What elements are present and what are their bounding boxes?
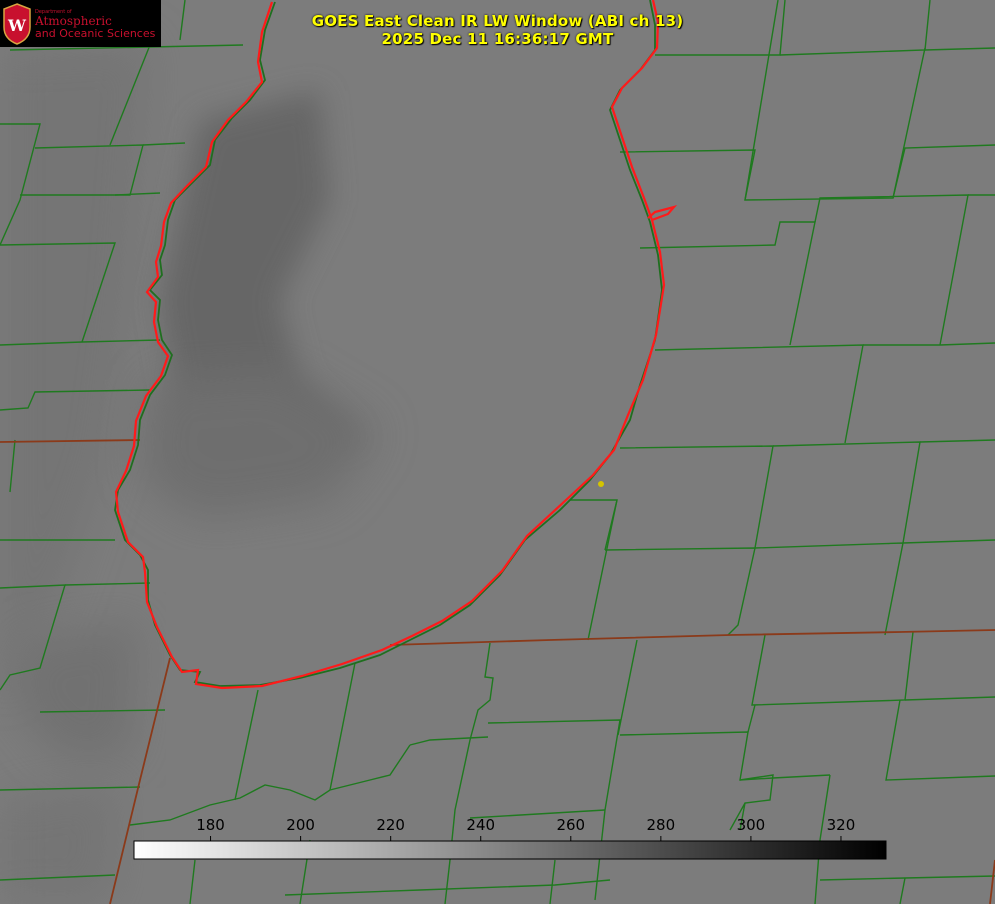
location-marker [598,481,604,487]
map-canvas [0,0,995,904]
image-title: GOES East Clean IR LW Window (ABI ch 13) [311,12,684,30]
satellite-image: W Department of Atmospheric and Oceanic … [0,0,995,904]
image-timestamp: 2025 Dec 11 16:36:17 GMT [381,30,614,48]
